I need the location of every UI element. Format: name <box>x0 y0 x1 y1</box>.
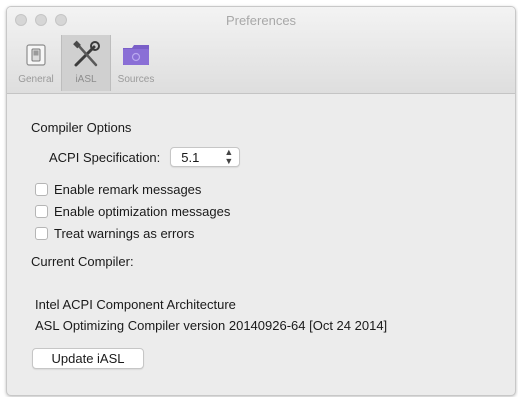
current-compiler-heading: Current Compiler: <box>31 254 134 269</box>
warnings-as-errors-checkbox-row[interactable]: Treat warnings as errors <box>35 226 194 241</box>
title-bar: Preferences General iASL Sources <box>7 7 515 94</box>
preferences-window: Preferences General iASL Sources Compile… <box>6 6 516 396</box>
general-switch-icon <box>20 39 52 71</box>
optimization-messages-label: Enable optimization messages <box>54 204 231 219</box>
remark-messages-checkbox[interactable] <box>35 183 48 196</box>
compiler-options-heading: Compiler Options <box>31 120 132 135</box>
acpi-spec-label: ACPI Specification: <box>49 149 161 165</box>
compiler-info-line-1: Intel ACPI Component Architecture <box>35 297 236 312</box>
remark-messages-label: Enable remark messages <box>54 182 202 197</box>
remark-messages-checkbox-row[interactable]: Enable remark messages <box>35 182 201 197</box>
tab-general-label: General <box>18 74 54 85</box>
optimization-messages-checkbox[interactable] <box>35 205 48 218</box>
compiler-info-line-2: ASL Optimizing Compiler version 20140926… <box>35 318 388 333</box>
acpi-spec-row: ACPI Specification: 5.1 ▲ ▼ <box>49 147 241 167</box>
warnings-as-errors-checkbox[interactable] <box>35 227 48 240</box>
optimization-messages-checkbox-row[interactable]: Enable optimization messages <box>35 204 230 219</box>
window-title: Preferences <box>225 13 297 28</box>
stepper-arrows-icon: ▲ ▼ <box>224 147 234 166</box>
update-iasl-button[interactable]: Update iASL <box>32 348 144 369</box>
warnings-as-errors-label: Treat warnings as errors <box>54 226 195 241</box>
acpi-spec-value: 5.1 <box>181 149 200 165</box>
tab-iasl[interactable]: iASL <box>61 35 111 91</box>
tab-sources[interactable]: Sources <box>111 35 161 91</box>
tab-general[interactable]: General <box>11 35 61 91</box>
folder-icon <box>120 39 152 71</box>
preferences-toolbar: General iASL Sources <box>11 35 161 91</box>
acpi-spec-select[interactable]: 5.1 ▲ ▼ <box>170 147 241 167</box>
tab-iasl-label: iASL <box>75 74 97 85</box>
tools-icon <box>70 39 102 71</box>
tab-sources-label: Sources <box>117 74 155 85</box>
